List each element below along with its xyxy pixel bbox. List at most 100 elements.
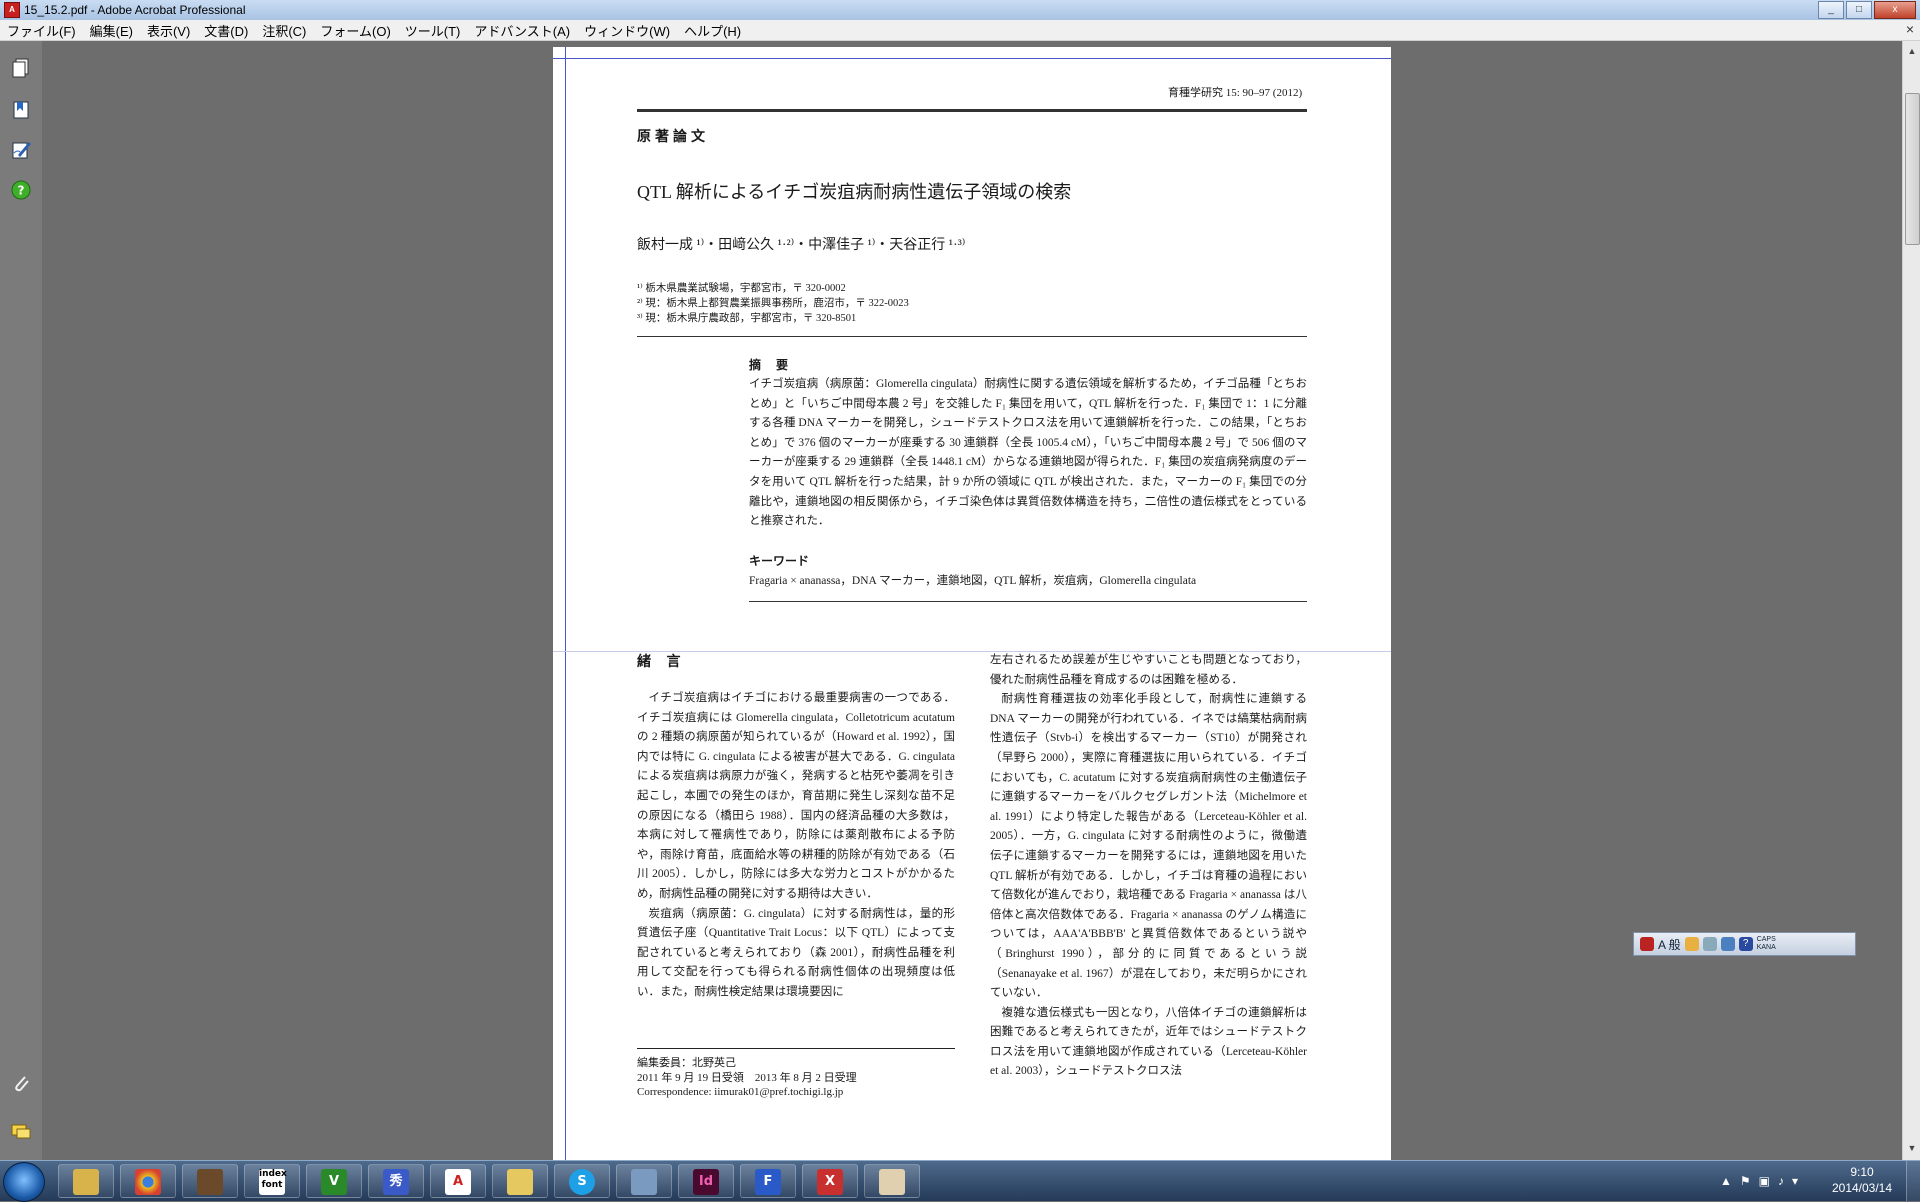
vertical-scrollbar[interactable]: ▲ ▼ bbox=[1902, 41, 1920, 1160]
attachments-icon[interactable] bbox=[10, 1072, 32, 1094]
taskbar-x-app[interactable]: X bbox=[802, 1164, 858, 1198]
intro-paragraph: 左右されるため誤差が生じやすいことも問題となっており，優れた耐病性品種を育成する… bbox=[990, 654, 1307, 686]
tray-expand-icon[interactable]: ▲ bbox=[1720, 1174, 1732, 1188]
scroll-thumb[interactable] bbox=[1905, 93, 1920, 245]
document-close-icon[interactable]: × bbox=[1906, 21, 1914, 37]
minimize-button[interactable]: _ bbox=[1818, 1, 1844, 19]
footnote-editor: 編集委員：北野英己 bbox=[637, 1057, 736, 1069]
clock[interactable]: 9:10 2014/03/14 bbox=[1826, 1164, 1898, 1196]
page-guide-left bbox=[565, 47, 566, 1160]
help-icon[interactable]: ? bbox=[10, 179, 32, 201]
books-icon bbox=[197, 1169, 223, 1195]
intro-heading: 緒 言 bbox=[637, 655, 687, 670]
bookmarks-icon[interactable] bbox=[10, 99, 32, 121]
maximize-button[interactable]: □ bbox=[1846, 1, 1872, 19]
folder-icon bbox=[507, 1169, 533, 1195]
taskbar-skype[interactable]: S bbox=[554, 1164, 610, 1198]
article-title: QTL 解析によるイチゴ炭疽病耐病性遺伝子領域の検索 bbox=[637, 182, 1072, 202]
menu-file[interactable]: ファイル(F) bbox=[0, 21, 83, 40]
ime-language-bar[interactable]: A 般 ? CAPS KANA bbox=[1633, 932, 1856, 956]
menu-document[interactable]: 文書(D) bbox=[197, 21, 255, 40]
clock-time: 9:10 bbox=[1850, 1165, 1874, 1179]
taskbar-indexfont[interactable]: index font bbox=[244, 1164, 300, 1198]
chrome-icon bbox=[135, 1169, 161, 1195]
close-button[interactable]: x bbox=[1874, 1, 1916, 19]
taskbar-hidemaru[interactable]: 秀 bbox=[368, 1164, 424, 1198]
indesign-icon: Id bbox=[693, 1169, 719, 1195]
affiliation-rule bbox=[637, 336, 1307, 337]
ime-dict-icon[interactable] bbox=[1702, 937, 1717, 951]
folder-icon bbox=[73, 1169, 99, 1195]
taskbar-remote[interactable] bbox=[616, 1164, 672, 1198]
ime-dot-icon[interactable] bbox=[1640, 937, 1654, 951]
volume-icon[interactable]: ♪ bbox=[1778, 1174, 1784, 1188]
ime-caps: CAPS bbox=[1756, 936, 1776, 943]
flash-icon: F bbox=[755, 1169, 781, 1195]
footnote: 編集委員：北野英己 2011 年 9 月 19 日受領 2013 年 8 月 2… bbox=[637, 1056, 955, 1100]
taskbar-chrome[interactable] bbox=[120, 1164, 176, 1198]
intro-right-column: 左右されるため誤差が生じやすいことも問題となっており，優れた耐病性品種を育成する… bbox=[990, 651, 1307, 1082]
taskbar-explorer[interactable] bbox=[58, 1164, 114, 1198]
system-tray: ▲ ⚑ ▣ ♪ ▾ bbox=[1720, 1161, 1798, 1201]
journal-citation: 育種学研究 15: 90–97 (2012) bbox=[1168, 87, 1303, 99]
taskbar-acrobat[interactable]: A bbox=[430, 1164, 486, 1198]
signatures-icon[interactable] bbox=[10, 139, 32, 161]
footnote-correspondence: Correspondence: iimurak01@pref.tochigi.l… bbox=[637, 1086, 844, 1098]
ime-tool-icon[interactable] bbox=[1684, 937, 1699, 951]
footnote-rule bbox=[637, 1048, 955, 1049]
menu-window[interactable]: ウィンドウ(W) bbox=[577, 21, 677, 40]
indexfont-icon: index font bbox=[259, 1169, 287, 1195]
taskbar-flash[interactable]: F bbox=[740, 1164, 796, 1198]
network-icon[interactable]: ▣ bbox=[1759, 1174, 1770, 1188]
taskbar-folder[interactable] bbox=[492, 1164, 548, 1198]
section-label: 原著論文 bbox=[637, 130, 709, 145]
affiliation-3: ³⁾ 現：栃木県庁農政部，宇都宮市，〒 320-8501 bbox=[637, 313, 857, 324]
menu-forms[interactable]: フォーム(O) bbox=[313, 21, 397, 40]
taskbar-library[interactable] bbox=[182, 1164, 238, 1198]
ime-mode[interactable]: A 般 bbox=[1658, 936, 1681, 953]
taskbar-indesign[interactable]: Id bbox=[678, 1164, 734, 1198]
menu-advanced[interactable]: アドバンスト(A) bbox=[467, 21, 577, 40]
menu-view[interactable]: 表示(V) bbox=[140, 21, 197, 40]
tray-arrow-icon[interactable]: ▾ bbox=[1792, 1174, 1798, 1188]
scroll-down-icon[interactable]: ▼ bbox=[1906, 1142, 1918, 1154]
scroll-up-icon[interactable]: ▲ bbox=[1906, 45, 1918, 57]
menu-help[interactable]: ヘルプ(H) bbox=[677, 21, 748, 40]
window-controls: _ □ x bbox=[1818, 1, 1916, 19]
abstract-rule bbox=[749, 601, 1307, 602]
comments-icon[interactable] bbox=[10, 1121, 32, 1143]
pages-icon[interactable] bbox=[10, 57, 32, 79]
menu-edit[interactable]: 編集(E) bbox=[83, 21, 140, 40]
ime-help-icon[interactable]: ? bbox=[1738, 937, 1753, 951]
flag-icon[interactable]: ⚑ bbox=[1740, 1174, 1751, 1188]
paint-icon bbox=[879, 1169, 905, 1195]
keywords-text: Fragaria × ananassa，DNA マーカー，連鎖地図，QTL 解析… bbox=[749, 575, 1197, 587]
page-guide-top bbox=[553, 58, 1391, 59]
taskbar: index font V 秀 A S Id F X ▲ ⚑ ▣ ♪ ▾ 9:10… bbox=[0, 1160, 1920, 1202]
ime-pad-icon[interactable] bbox=[1720, 937, 1735, 951]
taskbar-vim[interactable]: V bbox=[306, 1164, 362, 1198]
hidemaru-icon: 秀 bbox=[383, 1169, 409, 1195]
keywords-heading: キーワード bbox=[749, 554, 810, 568]
ime-caps-kana: CAPS KANA bbox=[1757, 936, 1776, 952]
menu-tools[interactable]: ツール(T) bbox=[398, 21, 468, 40]
show-desktop-button[interactable] bbox=[1906, 1161, 1920, 1201]
affiliation-1: ¹⁾ 栃木県農業試験場，宇都宮市，〒 320-0002 bbox=[637, 283, 846, 294]
window-title-bar[interactable]: A 15_15.2.pdf - Adobe Acrobat Profession… bbox=[0, 0, 1920, 20]
pdf-app-icon: A bbox=[4, 2, 20, 18]
acrobat-icon: A bbox=[445, 1169, 471, 1195]
intro-paragraph: 耐病性育種選抜の効率化手段として，耐病性に連鎖する DNA マーカーの開発が行わ… bbox=[990, 693, 1307, 1000]
vim-icon: V bbox=[321, 1169, 347, 1195]
intro-paragraph: 炭疽病（病原菌：G. cingulata）に対する耐病性は，量的形質遺伝子座（Q… bbox=[637, 907, 955, 998]
affiliation-2: ²⁾ 現：栃木県上都賀農業振興事務所，鹿沼市，〒 322-0023 bbox=[637, 298, 909, 309]
abstract-heading: 摘 要 bbox=[749, 358, 795, 372]
ime-kana: KANA bbox=[1756, 944, 1776, 951]
intro-paragraph: 複雑な遺伝様式も一因となり，八倍体イチゴの連鎖解析は困難であると考えられてきたが… bbox=[990, 1006, 1307, 1078]
menu-comments[interactable]: 注釈(C) bbox=[255, 21, 313, 40]
intro-left-column: イチゴ炭疽病はイチゴにおける最重要病害の一つである．イチゴ炭疽病には Glome… bbox=[637, 689, 955, 1003]
header-rule bbox=[637, 109, 1307, 112]
taskbar-paint[interactable] bbox=[864, 1164, 920, 1198]
svg-text:?: ? bbox=[18, 184, 25, 198]
start-button[interactable] bbox=[3, 1162, 45, 1202]
x-app-icon: X bbox=[817, 1169, 843, 1195]
